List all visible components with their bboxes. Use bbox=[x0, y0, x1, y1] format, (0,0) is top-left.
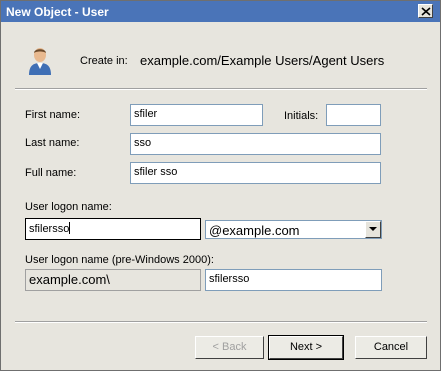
create-in-path: example.com/Example Users/Agent Users bbox=[140, 53, 385, 68]
close-icon bbox=[421, 7, 431, 16]
logon-name-value: sfilersso bbox=[29, 223, 70, 235]
pre2000-domain-field: example.com\ bbox=[25, 269, 201, 291]
window-title: New Object - User bbox=[6, 5, 109, 19]
user-icon bbox=[29, 48, 51, 75]
footer-separator bbox=[15, 321, 427, 323]
pre2000-label: User logon name (pre-Windows 2000): bbox=[25, 254, 214, 266]
last-name-label: Last name: bbox=[25, 137, 80, 149]
last-name-field[interactable]: sso bbox=[130, 133, 381, 155]
new-user-dialog: New Object - User Create in: example.com… bbox=[0, 0, 441, 371]
logon-name-label: User logon name: bbox=[25, 201, 112, 213]
initials-label: Initials: bbox=[284, 110, 319, 122]
text-caret bbox=[69, 222, 71, 234]
title-bar: New Object - User bbox=[1, 1, 440, 22]
logon-name-field[interactable]: sfilersso bbox=[25, 218, 201, 240]
chevron-down-icon bbox=[369, 227, 377, 231]
full-name-label: Full name: bbox=[25, 167, 77, 179]
initials-field[interactable] bbox=[326, 104, 381, 126]
full-name-field[interactable]: sfiler sso bbox=[130, 162, 381, 184]
first-name-label: First name: bbox=[25, 109, 81, 121]
cancel-button[interactable]: Cancel bbox=[355, 336, 427, 359]
pre2000-logon-field[interactable]: sfilersso bbox=[205, 269, 382, 291]
create-in-label: Create in: bbox=[80, 55, 128, 67]
header-separator bbox=[15, 88, 427, 90]
next-button[interactable]: Next > bbox=[268, 335, 344, 360]
back-button[interactable]: < Back bbox=[195, 336, 264, 359]
domain-dropdown-button[interactable] bbox=[365, 221, 381, 238]
close-button[interactable] bbox=[418, 4, 433, 18]
domain-select[interactable]: @example.com bbox=[205, 220, 382, 239]
first-name-field[interactable]: sfiler bbox=[130, 104, 263, 126]
domain-selected: @example.com bbox=[209, 223, 300, 238]
